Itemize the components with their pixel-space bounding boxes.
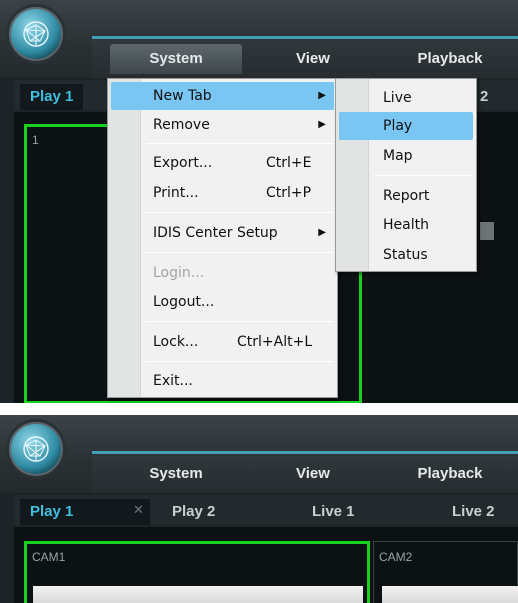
accent-line (92, 36, 518, 39)
menu-item-label: Map (383, 148, 413, 164)
idis-globe-logo-icon[interactable] (6, 419, 66, 479)
menu-item-label: Status (383, 247, 428, 263)
menu-item-shortcut: Ctrl+Alt+L (237, 334, 313, 350)
menu-item-remove[interactable]: Remove ▶ (111, 111, 334, 139)
menu-separator (146, 143, 333, 144)
camera-cell-cam1[interactable]: CAM1 (24, 541, 370, 603)
new-tab-submenu: Live Play Map Report Health Status (335, 78, 477, 272)
menu-item-new-tab[interactable]: New Tab ▶ (111, 82, 334, 110)
close-icon[interactable]: ✕ (133, 503, 144, 518)
menu-item-label: Exit... (153, 373, 193, 389)
menu-item-label: Health (383, 217, 429, 233)
screenshot-bottom-panel: System View Playback Play 1 ✕ Play 2 Liv… (0, 415, 518, 603)
menu-item-exit[interactable]: Exit... (111, 367, 334, 395)
accent-line (92, 451, 518, 454)
menu-item-shortcut: Ctrl+E (266, 155, 312, 171)
menu-item-print[interactable]: Print... Ctrl+P (111, 179, 334, 207)
menu-item-label: Login... (153, 265, 205, 281)
camera-label: CAM2 (379, 550, 413, 564)
menu-view[interactable]: View (278, 44, 348, 74)
system-menu-dropdown: New Tab ▶ Remove ▶ Export... Ctrl+E Prin… (107, 78, 338, 398)
menu-system[interactable]: System (110, 459, 242, 489)
screenshot-top-panel: System View Playback Play 1 2 1 New Tab … (0, 0, 518, 403)
camera-cell-cam2[interactable]: CAM2 (373, 541, 518, 603)
menu-separator (146, 361, 333, 362)
tab-label: Play 1 (30, 503, 74, 520)
menu-item-logout[interactable]: Logout... (111, 288, 334, 316)
idis-globe-logo-icon[interactable] (6, 4, 66, 64)
menu-item-label: Play (383, 118, 413, 134)
triangle-right-icon: ▶ (318, 90, 326, 101)
menu-item-label: Print... (153, 185, 199, 201)
cell-number: 1 (32, 133, 39, 147)
menu-separator (374, 175, 472, 176)
menu-item-shortcut: Ctrl+P (266, 185, 312, 201)
tab-live-2[interactable]: Live 2 (452, 499, 495, 525)
submenu-item-play[interactable]: Play (339, 112, 473, 140)
submenu-item-status[interactable]: Status (339, 241, 473, 269)
tab-play-1[interactable]: Play 1 (20, 499, 150, 525)
submenu-item-live[interactable]: Live (339, 84, 473, 112)
menu-separator (146, 212, 333, 213)
menu-item-label: New Tab (153, 88, 212, 104)
tab-partial[interactable]: 2 (480, 84, 488, 110)
menu-item-lock[interactable]: Lock... Ctrl+Alt+L (111, 328, 334, 356)
camera-feed-fragment (480, 222, 494, 240)
menu-item-label: Report (383, 188, 430, 204)
triangle-right-icon: ▶ (318, 119, 326, 130)
menu-separator (146, 252, 333, 253)
menu-playback[interactable]: Playback (400, 44, 500, 74)
triangle-right-icon: ▶ (318, 227, 326, 238)
menu-separator (146, 321, 333, 322)
menu-item-export[interactable]: Export... Ctrl+E (111, 149, 334, 177)
menu-item-idis-center-setup[interactable]: IDIS Center Setup ▶ (111, 219, 334, 247)
menu-item-label: Remove (153, 117, 210, 133)
submenu-item-map[interactable]: Map (339, 142, 473, 170)
submenu-item-report[interactable]: Report (339, 182, 473, 210)
menu-item-login: Login... (111, 259, 334, 287)
camera-feed-image (33, 586, 363, 603)
tab-live-1[interactable]: Live 1 (312, 499, 355, 525)
submenu-item-health[interactable]: Health (339, 211, 473, 239)
menu-item-label: Logout... (153, 294, 215, 310)
menu-system[interactable]: System (110, 44, 242, 74)
menu-item-label: Lock... (153, 334, 199, 350)
tab-play-1[interactable]: Play 1 (20, 84, 84, 110)
camera-label: CAM1 (32, 550, 66, 564)
menu-view[interactable]: View (278, 459, 348, 489)
camera-feed-image (382, 586, 518, 603)
menu-item-label: Export... (153, 155, 213, 171)
menu-playback[interactable]: Playback (400, 459, 500, 489)
tab-play-2[interactable]: Play 2 (172, 499, 215, 525)
menu-item-label: Live (383, 90, 412, 106)
menu-item-label: IDIS Center Setup (153, 225, 278, 241)
